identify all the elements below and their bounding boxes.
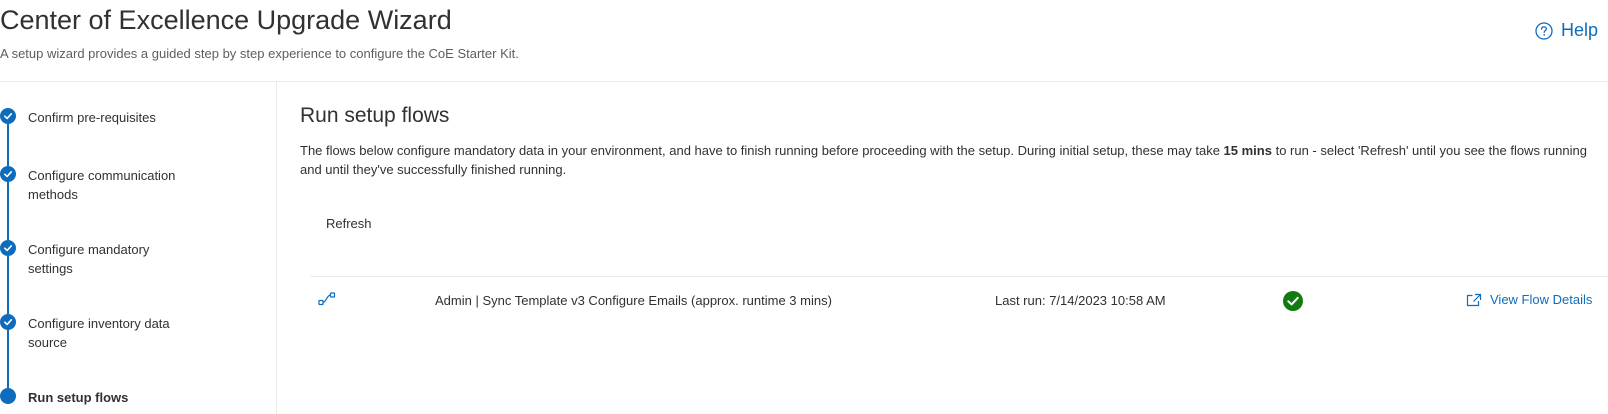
flow-last-run: Last run: 7/14/2023 10:58 AM <box>995 293 1166 308</box>
description-text: The flows below configure mandatory data… <box>300 143 1224 158</box>
step-connector <box>7 182 9 240</box>
success-check-icon <box>1282 290 1304 317</box>
checkmark-icon <box>0 108 16 124</box>
view-flow-details-label: View Flow Details <box>1490 292 1593 307</box>
section-description: The flows below configure mandatory data… <box>300 141 1606 179</box>
help-label: Help <box>1560 20 1598 40</box>
divider <box>310 276 1608 277</box>
checkmark-icon <box>0 166 16 182</box>
page-header: Center of Excellence Upgrade Wizard A se… <box>0 0 1608 82</box>
flow-name: Admin | Sync Template v3 Configure Email… <box>435 293 832 308</box>
wizard-step-label: Run setup flows <box>28 390 129 405</box>
step-connector <box>7 124 9 166</box>
step-connector <box>7 330 9 388</box>
section-title: Run setup flows <box>300 104 450 127</box>
page-title: Center of Excellence Upgrade Wizard <box>0 5 452 35</box>
checkmark-icon <box>0 240 16 256</box>
wizard-steps-sidebar: Confirm pre-requisites Configure communi… <box>0 82 277 414</box>
wizard-step-label: Configure inventory data source <box>28 316 170 350</box>
open-external-icon <box>1466 293 1482 306</box>
checkmark-icon <box>0 314 16 330</box>
refresh-button[interactable]: Refresh <box>326 216 372 231</box>
flow-icon <box>318 291 336 312</box>
wizard-step-label: Confirm pre-requisites <box>28 110 156 125</box>
wizard-step-label: Configure mandatory settings <box>28 242 150 276</box>
help-button[interactable]: Help <box>1535 20 1598 41</box>
description-bold-duration: 15 mins <box>1223 143 1272 158</box>
view-flow-details-link[interactable]: View Flow Details <box>1466 292 1592 307</box>
wizard-step-label: Configure communication methods <box>28 168 176 202</box>
filled-circle-icon <box>0 388 16 404</box>
help-circle-icon <box>1535 21 1553 40</box>
flow-row: Admin | Sync Template v3 Configure Email… <box>310 278 1608 326</box>
page-subtitle: A setup wizard provides a guided step by… <box>0 46 519 61</box>
step-connector <box>7 256 9 314</box>
